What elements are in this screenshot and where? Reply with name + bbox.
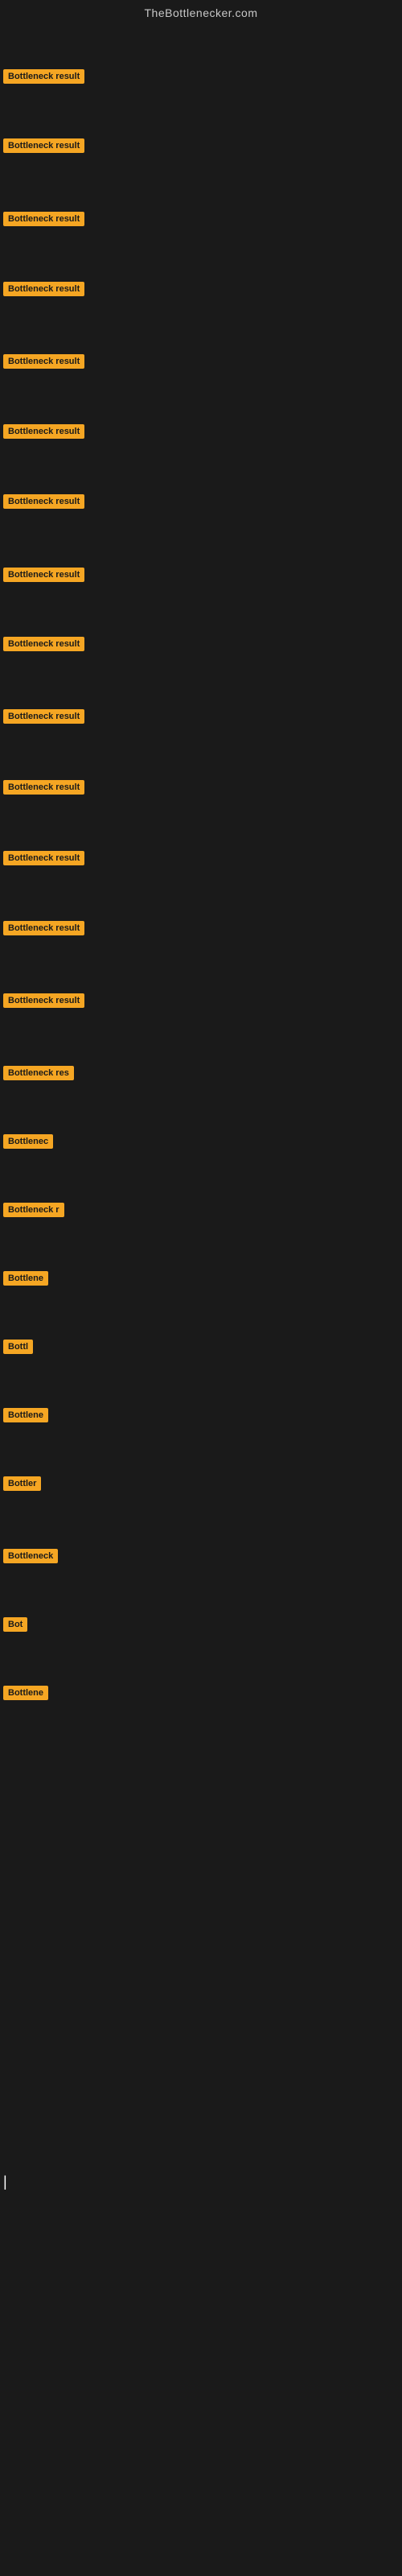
bottleneck-badge-17[interactable]: Bottlene bbox=[3, 1271, 48, 1286]
bottleneck-row-20: Bottler bbox=[0, 1476, 402, 1491]
bottleneck-row-13: Bottleneck result bbox=[0, 993, 402, 1008]
bottleneck-row-22: Bot bbox=[0, 1616, 402, 1632]
cursor-indicator: | bbox=[3, 2174, 7, 2190]
bottleneck-row-8: Bottleneck result bbox=[0, 636, 402, 651]
bottleneck-badge-21[interactable]: Bottleneck bbox=[3, 1549, 58, 1563]
bottleneck-row-12: Bottleneck result bbox=[0, 920, 402, 935]
bottleneck-row-5: Bottleneck result bbox=[0, 423, 402, 439]
bottleneck-badge-15[interactable]: Bottlenec bbox=[3, 1134, 53, 1149]
bottleneck-row-14: Bottleneck res bbox=[0, 1065, 402, 1080]
bottleneck-row-23: Bottlene bbox=[0, 1685, 402, 1700]
bottleneck-badge-13[interactable]: Bottleneck result bbox=[3, 993, 84, 1008]
bottleneck-badge-5[interactable]: Bottleneck result bbox=[3, 424, 84, 439]
bottleneck-row-6: Bottleneck result bbox=[0, 493, 402, 509]
bottleneck-row-17: Bottlene bbox=[0, 1270, 402, 1286]
bottleneck-badge-6[interactable]: Bottleneck result bbox=[3, 494, 84, 509]
bottleneck-row-0: Bottleneck result bbox=[0, 68, 402, 84]
bottleneck-row-21: Bottleneck bbox=[0, 1548, 402, 1563]
bottleneck-row-19: Bottlene bbox=[0, 1407, 402, 1422]
cursor-symbol: | bbox=[3, 2174, 7, 2190]
bottleneck-badge-19[interactable]: Bottlene bbox=[3, 1408, 48, 1422]
bottleneck-row-11: Bottleneck result bbox=[0, 850, 402, 865]
bottleneck-badge-23[interactable]: Bottlene bbox=[3, 1686, 48, 1700]
bottleneck-badge-0[interactable]: Bottleneck result bbox=[3, 69, 84, 84]
bottleneck-badge-14[interactable]: Bottleneck res bbox=[3, 1066, 74, 1080]
bottleneck-row-16: Bottleneck r bbox=[0, 1202, 402, 1217]
bottleneck-badge-7[interactable]: Bottleneck result bbox=[3, 568, 84, 582]
bottleneck-badge-12[interactable]: Bottleneck result bbox=[3, 921, 84, 935]
site-header: TheBottlenecker.com bbox=[0, 0, 402, 23]
bottleneck-badge-10[interactable]: Bottleneck result bbox=[3, 780, 84, 795]
page-wrapper: TheBottlenecker.com Bottleneck result Bot… bbox=[0, 0, 402, 2576]
bottleneck-badge-11[interactable]: Bottleneck result bbox=[3, 851, 84, 865]
bottleneck-badge-1[interactable]: Bottleneck result bbox=[3, 138, 84, 153]
bottleneck-badge-2[interactable]: Bottleneck result bbox=[3, 212, 84, 226]
bottleneck-badge-4[interactable]: Bottleneck result bbox=[3, 354, 84, 369]
bottleneck-row-2: Bottleneck result bbox=[0, 211, 402, 226]
bottleneck-badge-16[interactable]: Bottleneck r bbox=[3, 1203, 64, 1217]
bottleneck-row-10: Bottleneck result bbox=[0, 779, 402, 795]
bottleneck-row-1: Bottleneck result bbox=[0, 138, 402, 153]
bottleneck-badge-22[interactable]: Bot bbox=[3, 1617, 27, 1632]
bottleneck-row-15: Bottlenec bbox=[0, 1133, 402, 1149]
bottleneck-badge-18[interactable]: Bottl bbox=[3, 1340, 33, 1354]
bottleneck-badge-3[interactable]: Bottleneck result bbox=[3, 282, 84, 296]
bottleneck-row-18: Bottl bbox=[0, 1339, 402, 1354]
bottleneck-badge-9[interactable]: Bottleneck result bbox=[3, 709, 84, 724]
bottleneck-badge-20[interactable]: Bottler bbox=[3, 1476, 41, 1491]
bottleneck-row-3: Bottleneck result bbox=[0, 281, 402, 296]
bottleneck-row-7: Bottleneck result bbox=[0, 567, 402, 582]
bottleneck-row-4: Bottleneck result bbox=[0, 353, 402, 369]
site-title: TheBottlenecker.com bbox=[144, 6, 257, 19]
bottleneck-badge-8[interactable]: Bottleneck result bbox=[3, 637, 84, 651]
bottleneck-row-9: Bottleneck result bbox=[0, 708, 402, 724]
